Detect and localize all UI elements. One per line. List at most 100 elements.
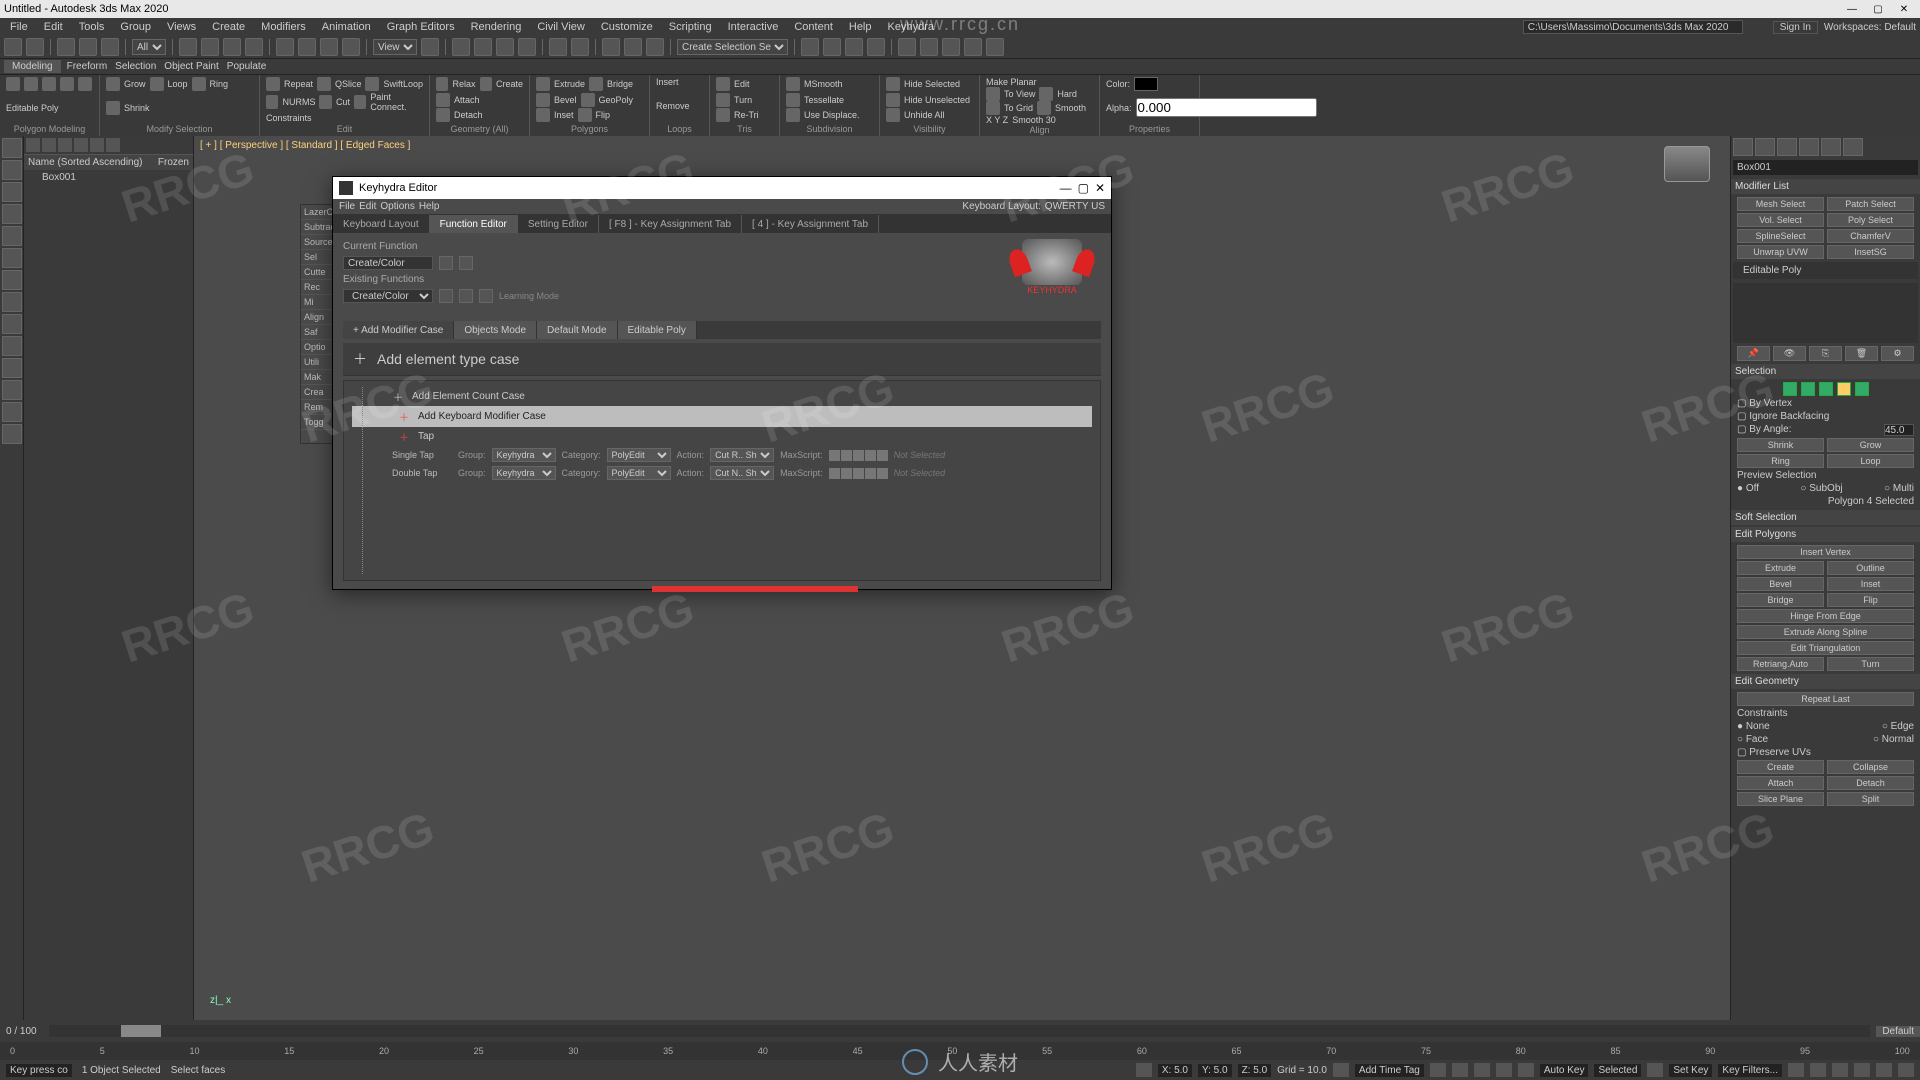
ms-icon[interactable] <box>829 450 840 461</box>
ring-icon[interactable] <box>192 77 206 91</box>
tab-selection[interactable]: Selection <box>113 61 158 72</box>
hidesel-icon[interactable] <box>886 77 900 91</box>
menu-keyhydra[interactable]: Keyhydra <box>882 21 940 33</box>
radio-normal[interactable]: Normal <box>1873 734 1914 745</box>
selection-set-select[interactable]: Create Selection Se <box>677 39 788 55</box>
stack-conf-icon[interactable]: ⚙ <box>1881 346 1914 361</box>
btn-extralong[interactable]: Extrude Along Spline <box>1737 625 1914 639</box>
sel-vertex-icon[interactable] <box>1783 382 1797 396</box>
ls-row[interactable]: Mi <box>301 295 333 310</box>
play-next-icon[interactable] <box>1496 1063 1512 1077</box>
action-select[interactable]: Cut N.. Shape <box>710 466 774 480</box>
stack-unique-icon[interactable]: ⎘ <box>1809 346 1842 361</box>
undo-icon[interactable] <box>4 38 22 56</box>
edit-fn-icon[interactable] <box>459 289 473 303</box>
scale-icon[interactable] <box>320 38 338 56</box>
btn-detach[interactable]: Detach <box>1827 776 1914 790</box>
lt-icon[interactable] <box>2 182 22 202</box>
lt-icon[interactable] <box>2 380 22 400</box>
tree-row-tap[interactable]: ＋Tap <box>352 427 1092 446</box>
play-end-icon[interactable] <box>1518 1063 1534 1077</box>
addtimetag[interactable]: Add Time Tag <box>1355 1064 1424 1077</box>
border-icon[interactable] <box>42 77 56 91</box>
editt-icon[interactable] <box>716 77 730 91</box>
ms-icon[interactable] <box>853 468 864 479</box>
mod-btn[interactable]: Vol. Select <box>1737 213 1824 227</box>
ms-icon[interactable] <box>877 450 888 461</box>
mirror-icon[interactable] <box>549 38 567 56</box>
smooth30-label[interactable]: Smooth 30 <box>1012 115 1056 125</box>
rollout-selection[interactable]: Selection <box>1731 364 1920 379</box>
nav-zoom-icon[interactable] <box>1788 1063 1804 1077</box>
edge-icon[interactable] <box>24 77 38 91</box>
se-btn-icon[interactable] <box>26 138 40 152</box>
detach-icon[interactable] <box>436 108 450 122</box>
btn-outline[interactable]: Outline <box>1827 561 1914 575</box>
attach-icon[interactable] <box>436 93 450 107</box>
menu-interactive[interactable]: Interactive <box>722 21 785 33</box>
project-path-input[interactable] <box>1523 20 1743 34</box>
alpha-input[interactable] <box>1136 98 1317 117</box>
autokey-button[interactable]: Auto Key <box>1540 1064 1589 1077</box>
stack-del-icon[interactable]: 🗑 <box>1845 346 1878 361</box>
t5-icon[interactable] <box>986 38 1004 56</box>
relax-icon[interactable] <box>436 77 448 91</box>
stack-item[interactable]: Editable Poly <box>1739 263 1805 278</box>
se-btn-icon[interactable] <box>58 138 72 152</box>
workspace-label[interactable]: Workspaces: Default <box>1824 22 1916 33</box>
rollout-softsel[interactable]: Soft Selection <box>1731 510 1920 525</box>
menu-content[interactable]: Content <box>788 21 839 33</box>
se-btn-icon[interactable] <box>90 138 104 152</box>
cmd-tab-motion-icon[interactable] <box>1799 138 1819 156</box>
t3-icon[interactable] <box>942 38 960 56</box>
case-tab-default[interactable]: Default Mode <box>537 321 617 339</box>
nav-max-icon[interactable] <box>1898 1063 1914 1077</box>
unhideall-icon[interactable] <box>886 108 900 122</box>
remove-label[interactable]: Remove <box>656 101 690 111</box>
ms-icon[interactable] <box>865 450 876 461</box>
save-fn-icon[interactable] <box>439 256 453 270</box>
ls-row[interactable]: Rem <box>301 400 333 415</box>
add-element-case[interactable]: ＋ Add element type case <box>343 343 1101 376</box>
repeat-icon[interactable] <box>266 77 280 91</box>
poly-icon[interactable] <box>60 77 74 91</box>
insert-label[interactable]: Insert <box>656 77 679 87</box>
modifier-stack-list[interactable] <box>1733 283 1918 343</box>
ls-row[interactable]: Togg <box>301 415 333 430</box>
export-fn-icon[interactable] <box>459 256 473 270</box>
ms-icon[interactable] <box>829 468 840 479</box>
chk-preserveuv[interactable]: Preserve UVs <box>1737 747 1811 758</box>
tessellate-icon[interactable] <box>786 93 800 107</box>
tree-row-kbmod[interactable]: ＋Add Keyboard Modifier Case <box>352 406 1092 427</box>
sel-edge-icon[interactable] <box>1801 382 1815 396</box>
ls-row[interactable]: Sel <box>301 250 333 265</box>
lt-icon[interactable] <box>2 292 22 312</box>
ls-row[interactable]: Mak <box>301 370 333 385</box>
coord-z[interactable]: Z: 5.0 <box>1238 1064 1272 1077</box>
material-icon[interactable] <box>801 38 819 56</box>
radio-off[interactable]: Off <box>1737 483 1759 494</box>
render-icon[interactable] <box>867 38 885 56</box>
menu-rendering[interactable]: Rendering <box>465 21 528 33</box>
dialog-maximize-icon[interactable]: ▢ <box>1078 181 1089 195</box>
tab-modeling[interactable]: Modeling <box>4 60 61 73</box>
placement-icon[interactable] <box>342 38 360 56</box>
retri-icon[interactable] <box>716 108 730 122</box>
redo-icon[interactable] <box>26 38 44 56</box>
bridge-icon[interactable] <box>589 77 603 91</box>
current-fn-input[interactable] <box>343 256 433 270</box>
menu-file[interactable]: File <box>4 21 34 33</box>
case-tab-addmodifier[interactable]: + Add Modifier Case <box>343 321 454 339</box>
btn-flip[interactable]: Flip <box>1827 593 1914 607</box>
btn-bridge[interactable]: Bridge <box>1737 593 1824 607</box>
category-select[interactable]: PolyEdit <box>607 466 671 480</box>
unlink-icon[interactable] <box>79 38 97 56</box>
rendered-frame-icon[interactable] <box>845 38 863 56</box>
selected-key[interactable]: Selected <box>1594 1064 1641 1077</box>
btn-retriauto[interactable]: Retriang.Auto <box>1737 657 1824 671</box>
ls-row[interactable]: Rec <box>301 280 333 295</box>
btn-attach[interactable]: Attach <box>1737 776 1824 790</box>
tree-row-count[interactable]: ＋Add Element Count Case <box>352 387 1092 406</box>
mod-btn[interactable]: Unwrap UVW <box>1737 245 1824 259</box>
menu-customize[interactable]: Customize <box>595 21 659 33</box>
